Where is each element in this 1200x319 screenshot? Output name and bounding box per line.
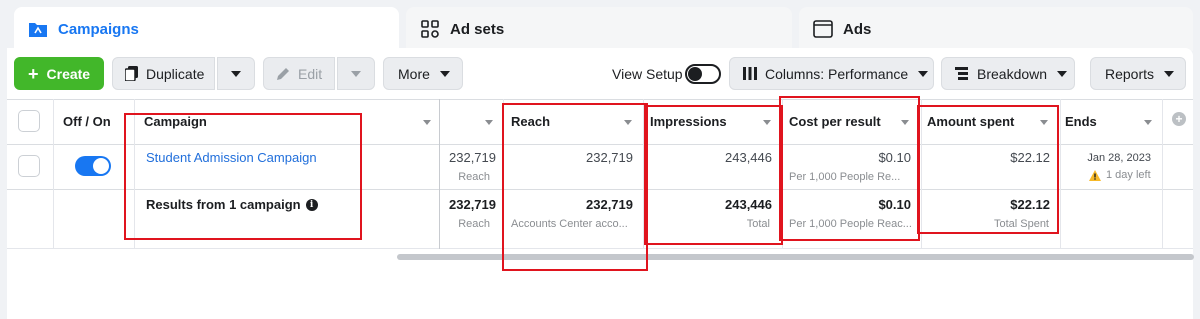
duplicate-dropdown-button[interactable] [217, 57, 255, 90]
chevron-down-icon [1057, 70, 1068, 77]
columns-label: Columns: Performance [765, 65, 909, 82]
toggle-knob [688, 67, 702, 81]
duplicate-label: Duplicate [146, 65, 205, 82]
folder-icon [28, 19, 48, 39]
grid-icon [420, 19, 440, 39]
edit-dropdown-button[interactable] [337, 57, 375, 90]
highlight-box-cost-per-result [779, 96, 920, 241]
tab-ad-sets[interactable]: Ad sets [406, 7, 792, 51]
tab-campaigns[interactable]: Campaigns [14, 7, 399, 51]
campaign-toggle[interactable] [75, 156, 111, 176]
warning-icon [1089, 169, 1101, 181]
chevron-down-icon [1164, 70, 1175, 77]
sort-caret-icon[interactable] [1144, 120, 1152, 125]
summary-results-value: 232,719 [449, 197, 496, 212]
select-all-checkbox[interactable] [18, 110, 40, 132]
tab-label: Campaigns [58, 20, 139, 38]
window-icon [813, 19, 833, 39]
tab-label: Ad sets [450, 20, 505, 38]
edit-label: Edit [298, 65, 323, 82]
breakdown-icon [955, 67, 968, 80]
breakdown-label: Breakdown [977, 65, 1048, 82]
highlight-box-impressions [644, 105, 783, 245]
results-sub: Reach [458, 171, 490, 183]
summary-results-sub: Reach [458, 218, 490, 230]
columns-icon [743, 67, 757, 80]
divider [439, 99, 440, 249]
create-label: Create [46, 65, 91, 82]
chevron-down-icon [351, 70, 361, 77]
view-setup-label: View Setup [612, 66, 683, 82]
ends-remaining-label: 1 day left [1106, 169, 1151, 181]
more-button[interactable]: More [383, 57, 463, 90]
duplicate-icon [125, 66, 138, 81]
create-button[interactable]: + Create [14, 57, 104, 90]
divider [1162, 99, 1163, 249]
tab-ads[interactable]: Ads [799, 7, 1193, 51]
divider [1060, 99, 1061, 249]
toggle-knob [93, 158, 109, 174]
plus-icon: + [28, 63, 39, 84]
ends-remaining: 1 day left [1089, 169, 1151, 181]
highlight-box-amount-spent [917, 105, 1059, 234]
reports-label: Reports [1105, 65, 1155, 82]
chevron-down-icon [231, 70, 241, 77]
breakdown-button[interactable]: Breakdown [941, 57, 1075, 90]
ends-date: Jan 28, 2023 [1087, 152, 1151, 164]
highlight-box-campaign [124, 113, 362, 240]
divider [53, 99, 54, 249]
pencil-icon [276, 67, 290, 81]
chevron-down-icon [918, 70, 929, 77]
edit-button[interactable]: Edit [263, 57, 335, 90]
more-label: More [398, 65, 430, 82]
chevron-down-icon [439, 70, 450, 77]
row-checkbox[interactable] [18, 155, 40, 177]
column-header-ends[interactable]: Ends [1065, 99, 1097, 144]
view-setup-toggle[interactable] [685, 64, 721, 84]
sort-caret-icon[interactable] [423, 120, 431, 125]
reports-button[interactable]: Reports [1090, 57, 1186, 90]
duplicate-button[interactable]: Duplicate [112, 57, 215, 90]
column-header-off-on: Off / On [63, 114, 111, 129]
tab-label: Ads [843, 20, 872, 38]
add-column-icon[interactable]: + [1172, 112, 1186, 126]
results-value: 232,719 [449, 150, 496, 165]
highlight-box-reach [502, 103, 648, 271]
columns-button[interactable]: Columns: Performance [729, 57, 934, 90]
sort-caret-icon[interactable] [485, 120, 493, 125]
